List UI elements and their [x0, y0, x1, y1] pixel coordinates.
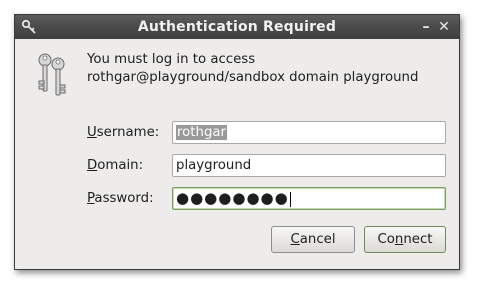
username-label: Username:	[87, 125, 159, 140]
domain-field[interactable]: playground	[172, 154, 446, 177]
password-field[interactable]: ●●●●●●●●	[172, 187, 446, 210]
close-button[interactable]: ✕	[435, 18, 453, 36]
auth-dialog: Authentication Required – ✕ You must log…	[14, 14, 460, 270]
connect-label-prefix: Co	[377, 232, 395, 247]
connect-button[interactable]: Connect	[364, 226, 446, 253]
domain-label: Domain:	[87, 158, 143, 173]
domain-label-text: omain:	[97, 158, 144, 173]
cancel-button[interactable]: Cancel	[271, 226, 355, 253]
cancel-label: ancel	[299, 232, 336, 247]
titlebar[interactable]: Authentication Required – ✕	[15, 15, 459, 39]
cancel-mnemonic: C	[290, 232, 300, 247]
window-title: Authentication Required	[137, 19, 337, 35]
password-label: Password:	[87, 191, 154, 206]
username-mnemonic: U	[87, 125, 97, 140]
auth-message: You must log in to access rothgar@playgr…	[87, 52, 419, 85]
password-value: ●●●●●●●●	[176, 189, 289, 207]
username-label-text: sername:	[96, 125, 160, 140]
domain-mnemonic: D	[87, 158, 98, 173]
password-label-text: assword:	[94, 191, 154, 206]
connect-label: nect	[403, 232, 433, 247]
domain-value: playground	[176, 158, 252, 173]
username-value: rothgar	[176, 125, 228, 140]
keys-icon	[38, 53, 66, 96]
minimize-button[interactable]: –	[417, 18, 435, 36]
text-caret	[289, 191, 291, 207]
username-field[interactable]: rothgar	[172, 121, 446, 144]
